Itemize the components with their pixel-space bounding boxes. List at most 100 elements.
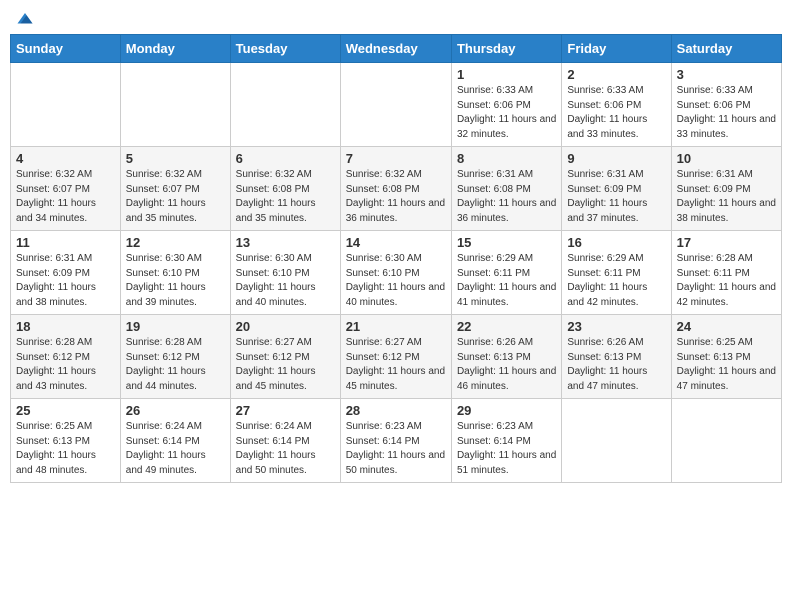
day-header-thursday: Thursday — [451, 35, 561, 63]
day-cell: 7 Sunrise: 6:32 AM Sunset: 6:08 PM Daylig… — [340, 147, 451, 231]
day-info: Sunrise: 6:25 AM Sunset: 6:13 PM Dayligh… — [677, 336, 776, 394]
day-info: Sunrise: 6:33 AM Sunset: 6:06 PM Dayligh… — [567, 84, 665, 142]
day-number: 24 — [677, 319, 776, 334]
day-cell: 21 Sunrise: 6:27 AM Sunset: 6:12 PM Dayli… — [340, 315, 451, 399]
day-cell — [671, 399, 781, 483]
day-info: Sunrise: 6:32 AM Sunset: 6:07 PM Dayligh… — [126, 168, 225, 226]
logo-icon — [16, 10, 34, 28]
day-info: Sunrise: 6:29 AM Sunset: 6:11 PM Dayligh… — [457, 252, 556, 310]
day-header-friday: Friday — [562, 35, 671, 63]
day-cell: 13Sunrise: 6:30 AM Sunset: 6:10 PM Dayli… — [230, 231, 340, 315]
day-number: 25 — [16, 403, 115, 418]
calendar-body: 1 Sunrise: 6:33 AM Sunset: 6:06 PM Daylig… — [11, 63, 782, 483]
day-info: Sunrise: 6:33 AM Sunset: 6:06 PM Dayligh… — [677, 84, 776, 142]
day-number: 2 — [567, 67, 665, 82]
week-row-5: 25 Sunrise: 6:25 AM Sunset: 6:13 PM Dayli… — [11, 399, 782, 483]
day-cell — [340, 63, 451, 147]
day-info: Sunrise: 6:30 AM Sunset: 6:10 PM Dayligh… — [126, 252, 225, 310]
day-number: 10 — [677, 151, 776, 166]
day-cell: 2 Sunrise: 6:33 AM Sunset: 6:06 PM Daylig… — [562, 63, 671, 147]
day-cell: 6 Sunrise: 6:32 AM Sunset: 6:08 PM Daylig… — [230, 147, 340, 231]
day-number: 19 — [126, 319, 225, 334]
day-info: Sunrise: 6:32 AM Sunset: 6:08 PM Dayligh… — [236, 168, 335, 226]
day-info: Sunrise: 6:26 AM Sunset: 6:13 PM Dayligh… — [457, 336, 556, 394]
day-number: 6 — [236, 151, 335, 166]
day-cell: 4 Sunrise: 6:32 AM Sunset: 6:07 PM Daylig… — [11, 147, 121, 231]
day-header-wednesday: Wednesday — [340, 35, 451, 63]
day-info: Sunrise: 6:28 AM Sunset: 6:12 PM Dayligh… — [126, 336, 225, 394]
day-cell: 19 Sunrise: 6:28 AM Sunset: 6:12 PM Dayli… — [120, 315, 230, 399]
page-header — [10, 10, 782, 28]
day-number: 4 — [16, 151, 115, 166]
day-info: Sunrise: 6:29 AM Sunset: 6:11 PM Dayligh… — [567, 252, 665, 310]
day-cell: 9 Sunrise: 6:31 AM Sunset: 6:09 PM Daylig… — [562, 147, 671, 231]
day-cell — [11, 63, 121, 147]
day-cell — [230, 63, 340, 147]
day-number: 17 — [677, 235, 776, 250]
day-info: Sunrise: 6:23 AM Sunset: 6:14 PM Dayligh… — [346, 420, 446, 478]
day-cell — [120, 63, 230, 147]
days-of-week-row: SundayMondayTuesdayWednesdayThursdayFrid… — [11, 35, 782, 63]
day-number: 29 — [457, 403, 556, 418]
week-row-4: 18 Sunrise: 6:28 AM Sunset: 6:12 PM Dayli… — [11, 315, 782, 399]
day-number: 16 — [567, 235, 665, 250]
day-info: Sunrise: 6:33 AM Sunset: 6:06 PM Dayligh… — [457, 84, 556, 142]
day-number: 13 — [236, 235, 335, 250]
day-cell: 11 Sunrise: 6:31 AM Sunset: 6:09 PM Dayli… — [11, 231, 121, 315]
day-info: Sunrise: 6:25 AM Sunset: 6:13 PM Dayligh… — [16, 420, 115, 478]
day-cell: 12 Sunrise: 6:30 AM Sunset: 6:10 PM Dayli… — [120, 231, 230, 315]
day-cell: 27Sunrise: 6:24 AM Sunset: 6:14 PM Dayli… — [230, 399, 340, 483]
day-header-sunday: Sunday — [11, 35, 121, 63]
day-cell: 8 Sunrise: 6:31 AM Sunset: 6:08 PM Daylig… — [451, 147, 561, 231]
day-cell: 22 Sunrise: 6:26 AM Sunset: 6:13 PM Dayli… — [451, 315, 561, 399]
day-number: 14 — [346, 235, 446, 250]
day-number: 23 — [567, 319, 665, 334]
day-info: Sunrise: 6:32 AM Sunset: 6:08 PM Dayligh… — [346, 168, 446, 226]
day-info: Sunrise: 6:31 AM Sunset: 6:09 PM Dayligh… — [677, 168, 776, 226]
day-info: Sunrise: 6:32 AM Sunset: 6:07 PM Dayligh… — [16, 168, 115, 226]
day-number: 7 — [346, 151, 446, 166]
logo — [14, 10, 34, 28]
day-number: 18 — [16, 319, 115, 334]
day-info: Sunrise: 6:31 AM Sunset: 6:08 PM Dayligh… — [457, 168, 556, 226]
week-row-2: 4 Sunrise: 6:32 AM Sunset: 6:07 PM Daylig… — [11, 147, 782, 231]
day-number: 3 — [677, 67, 776, 82]
day-cell: 24 Sunrise: 6:25 AM Sunset: 6:13 PM Dayli… — [671, 315, 781, 399]
day-number: 28 — [346, 403, 446, 418]
day-cell: 23Sunrise: 6:26 AM Sunset: 6:13 PM Dayli… — [562, 315, 671, 399]
day-cell: 14Sunrise: 6:30 AM Sunset: 6:10 PM Dayli… — [340, 231, 451, 315]
day-info: Sunrise: 6:23 AM Sunset: 6:14 PM Dayligh… — [457, 420, 556, 478]
day-number: 15 — [457, 235, 556, 250]
day-info: Sunrise: 6:31 AM Sunset: 6:09 PM Dayligh… — [16, 252, 115, 310]
day-number: 5 — [126, 151, 225, 166]
day-number: 20 — [236, 319, 335, 334]
day-number: 12 — [126, 235, 225, 250]
day-info: Sunrise: 6:28 AM Sunset: 6:11 PM Dayligh… — [677, 252, 776, 310]
day-cell: 5 Sunrise: 6:32 AM Sunset: 6:07 PM Daylig… — [120, 147, 230, 231]
calendar-header: SundayMondayTuesdayWednesdayThursdayFrid… — [11, 35, 782, 63]
day-info: Sunrise: 6:27 AM Sunset: 6:12 PM Dayligh… — [236, 336, 335, 394]
day-info: Sunrise: 6:28 AM Sunset: 6:12 PM Dayligh… — [16, 336, 115, 394]
day-number: 21 — [346, 319, 446, 334]
day-header-tuesday: Tuesday — [230, 35, 340, 63]
day-cell: 10 Sunrise: 6:31 AM Sunset: 6:09 PM Dayli… — [671, 147, 781, 231]
day-cell: 20 Sunrise: 6:27 AM Sunset: 6:12 PM Dayli… — [230, 315, 340, 399]
day-number: 11 — [16, 235, 115, 250]
day-cell: 1 Sunrise: 6:33 AM Sunset: 6:06 PM Daylig… — [451, 63, 561, 147]
day-info: Sunrise: 6:27 AM Sunset: 6:12 PM Dayligh… — [346, 336, 446, 394]
day-cell: 3 Sunrise: 6:33 AM Sunset: 6:06 PM Daylig… — [671, 63, 781, 147]
day-cell: 17 Sunrise: 6:28 AM Sunset: 6:11 PM Dayli… — [671, 231, 781, 315]
week-row-1: 1 Sunrise: 6:33 AM Sunset: 6:06 PM Daylig… — [11, 63, 782, 147]
day-info: Sunrise: 6:31 AM Sunset: 6:09 PM Dayligh… — [567, 168, 665, 226]
day-header-saturday: Saturday — [671, 35, 781, 63]
day-number: 8 — [457, 151, 556, 166]
day-number: 22 — [457, 319, 556, 334]
day-number: 27 — [236, 403, 335, 418]
day-number: 1 — [457, 67, 556, 82]
week-row-3: 11 Sunrise: 6:31 AM Sunset: 6:09 PM Dayli… — [11, 231, 782, 315]
day-cell: 26Sunrise: 6:24 AM Sunset: 6:14 PM Dayli… — [120, 399, 230, 483]
calendar-table: SundayMondayTuesdayWednesdayThursdayFrid… — [10, 34, 782, 483]
day-number: 9 — [567, 151, 665, 166]
day-cell: 15 Sunrise: 6:29 AM Sunset: 6:11 PM Dayli… — [451, 231, 561, 315]
day-number: 26 — [126, 403, 225, 418]
